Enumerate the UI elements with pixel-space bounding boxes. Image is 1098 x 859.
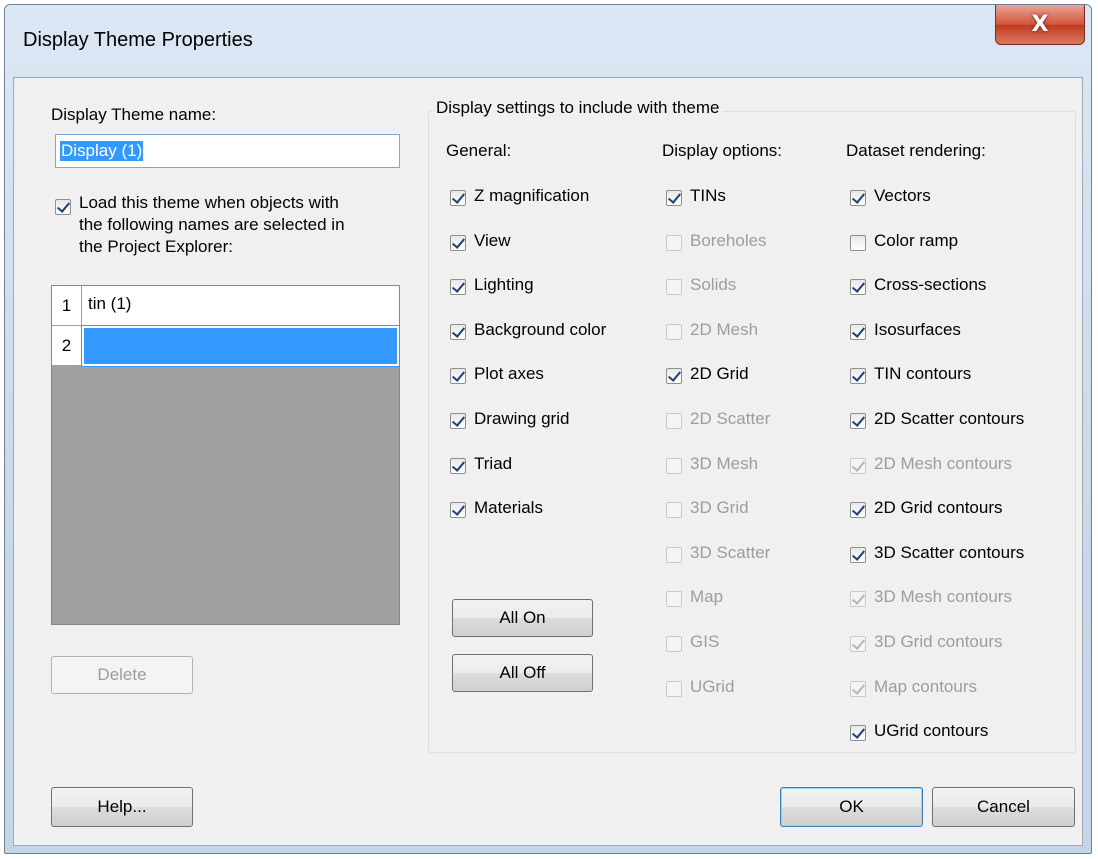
isosurfaces-checkbox[interactable] [850, 324, 866, 340]
2d-mesh-contours-checkbox[interactable] [850, 458, 866, 474]
3d-scatter-checkbox[interactable] [666, 547, 682, 563]
cross-sections-label: Cross-sections [874, 275, 987, 294]
column-header-2: Dataset rendering: [846, 141, 986, 160]
color-ramp-label: Color ramp [874, 231, 959, 250]
view-label: View [474, 231, 511, 250]
title-bar[interactable]: Display Theme Properties X [5, 5, 1091, 77]
theme-name-value: Display (1) [60, 141, 144, 161]
drawing-grid-checkbox[interactable] [450, 413, 466, 429]
column-header-1: Display options: [662, 141, 783, 160]
close-button[interactable]: X [995, 5, 1085, 45]
load-theme-label-line-3: the Project Explorer: [79, 237, 234, 256]
help-button[interactable]: Help... [51, 787, 193, 827]
grid-cell-active[interactable] [81, 325, 400, 367]
vectors-label: Vectors [874, 186, 931, 205]
object-names-grid[interactable]: 1 tin (1) 2 [51, 285, 400, 625]
plot-axes-label: Plot axes [474, 364, 544, 383]
3d-scatter-contours-label: 3D Scatter contours [874, 543, 1025, 562]
boreholes-label: Boreholes [690, 231, 767, 250]
row-number: 1 [52, 286, 82, 326]
vectors-checkbox[interactable] [850, 190, 866, 206]
grid-row[interactable]: 1 tin (1) [52, 286, 399, 326]
2d-grid-contours-checkbox[interactable] [850, 502, 866, 518]
drawing-grid-label: Drawing grid [474, 409, 570, 428]
column-header-0: General: [446, 141, 512, 160]
3d-mesh-contours-label: 3D Mesh contours [874, 587, 1012, 606]
map-checkbox[interactable] [666, 591, 682, 607]
2d-scatter-label: 2D Scatter [690, 409, 771, 428]
background-color-checkbox[interactable] [450, 324, 466, 340]
load-theme-checkbox[interactable] [55, 199, 71, 215]
2d-scatter-checkbox[interactable] [666, 413, 682, 429]
theme-name-input[interactable]: Display (1) [55, 134, 400, 168]
materials-checkbox[interactable] [450, 502, 466, 518]
grid-cell[interactable]: tin (1) [82, 286, 399, 326]
materials-label: Materials [474, 498, 543, 517]
plot-axes-checkbox[interactable] [450, 368, 466, 384]
triad-checkbox[interactable] [450, 458, 466, 474]
all-on-button[interactable]: All On [452, 599, 593, 637]
gis-checkbox[interactable] [666, 636, 682, 652]
2d-grid-checkbox[interactable] [666, 368, 682, 384]
dialog-window: Display Theme Properties X Display Theme… [4, 4, 1092, 854]
2d-scatter-contours-checkbox[interactable] [850, 413, 866, 429]
cancel-button[interactable]: Cancel [932, 787, 1075, 827]
dialog-client-area: Display Theme name: Display (1) Load thi… [13, 77, 1083, 846]
2d-mesh-checkbox[interactable] [666, 324, 682, 340]
view-checkbox[interactable] [450, 235, 466, 251]
tins-label: TINs [690, 186, 726, 205]
2d-mesh-contours-label: 2D Mesh contours [874, 454, 1012, 473]
row-number: 2 [52, 326, 82, 366]
2d-grid-label: 2D Grid [690, 364, 749, 383]
3d-mesh-label: 3D Mesh [690, 454, 759, 473]
solids-checkbox[interactable] [666, 279, 682, 295]
close-icon: X [1031, 12, 1049, 37]
cross-sections-checkbox[interactable] [850, 279, 866, 295]
map-contours-checkbox[interactable] [850, 681, 866, 697]
tin-contours-checkbox[interactable] [850, 368, 866, 384]
z-magnification-label: Z magnification [474, 186, 590, 205]
ugrid-label: UGrid [690, 677, 735, 696]
map-contours-label: Map contours [874, 677, 977, 696]
3d-grid-contours-checkbox[interactable] [850, 636, 866, 652]
3d-mesh-checkbox[interactable] [666, 458, 682, 474]
3d-mesh-contours-checkbox[interactable] [850, 591, 866, 607]
lighting-checkbox[interactable] [450, 279, 466, 295]
3d-grid-checkbox[interactable] [666, 502, 682, 518]
delete-button[interactable]: Delete [51, 656, 193, 694]
2d-mesh-label: 2D Mesh [690, 320, 759, 339]
all-off-button[interactable]: All Off [452, 654, 593, 692]
z-magnification-checkbox[interactable] [450, 190, 466, 206]
load-theme-label-line-2: the following names are selected in [79, 215, 345, 234]
display-settings-group-title: Display settings to include with theme [432, 98, 724, 118]
tins-checkbox[interactable] [666, 190, 682, 206]
grid-row[interactable]: 2 [52, 325, 400, 367]
triad-label: Triad [474, 454, 513, 473]
gis-label: GIS [690, 632, 720, 651]
3d-grid-label: 3D Grid [690, 498, 749, 517]
ok-button[interactable]: OK [780, 787, 923, 827]
3d-scatter-contours-checkbox[interactable] [850, 547, 866, 563]
3d-grid-contours-label: 3D Grid contours [874, 632, 1003, 651]
load-theme-label-line-1: Load this theme when objects with [79, 193, 339, 212]
color-ramp-checkbox[interactable] [850, 235, 866, 251]
ugrid-checkbox[interactable] [666, 681, 682, 697]
boreholes-checkbox[interactable] [666, 235, 682, 251]
isosurfaces-label: Isosurfaces [874, 320, 961, 339]
map-label: Map [690, 587, 724, 606]
dialog-title: Display Theme Properties [23, 29, 253, 51]
background-color-label: Background color [474, 320, 607, 339]
2d-grid-contours-label: 2D Grid contours [874, 498, 1003, 517]
theme-name-label: Display Theme name: [51, 105, 217, 124]
3d-scatter-label: 3D Scatter [690, 543, 771, 562]
lighting-label: Lighting [474, 275, 534, 294]
ugrid-contours-checkbox[interactable] [850, 725, 866, 741]
2d-scatter-contours-label: 2D Scatter contours [874, 409, 1025, 428]
solids-label: Solids [690, 275, 737, 294]
ugrid-contours-label: UGrid contours [874, 721, 989, 740]
tin-contours-label: TIN contours [874, 364, 972, 383]
